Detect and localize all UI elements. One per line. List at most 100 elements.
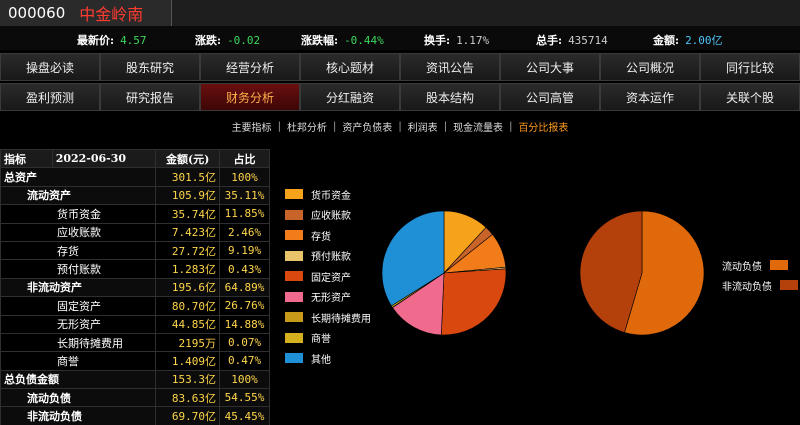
table-row: 流动资产 105.9亿 35.11% xyxy=(0,185,270,206)
subnav-dupont-analysis[interactable]: 杜邦分析 xyxy=(281,119,333,134)
row-amount: 27.72亿 xyxy=(155,240,221,261)
nav-news-announcement[interactable]: 资讯公告 xyxy=(400,53,500,81)
subnav-key-indicators[interactable]: 主要指标 xyxy=(226,119,278,134)
balance-percentage-table: 指标 2022-06-30 金额(元) 占比 总资产 301.5亿 100% 流动资产… xyxy=(0,148,270,425)
liability-pie-legend: 流动负债 非流动负债 xyxy=(722,255,798,295)
table-header-row: 指标 2022-06-30 金额(元) 占比 xyxy=(0,148,270,169)
liability-pie-chart xyxy=(579,210,705,336)
quote-volume: 总手: 435714 xyxy=(536,34,608,47)
table-row: 总负债金额 153.3亿 100% xyxy=(0,369,270,390)
row-ratio: 2.46% xyxy=(219,222,270,242)
row-ratio: 0.43% xyxy=(219,259,270,279)
row-amount: 44.85亿 xyxy=(155,314,221,334)
legend-item: 其他 xyxy=(285,348,371,369)
legend-swatch xyxy=(285,250,303,261)
row-indicator-name: 流动资产 xyxy=(0,185,157,206)
sub-nav: 主要指标 | 杜邦分析 | 资产负债表 | 利润表 | 现金流量表 | 百分比报表 xyxy=(0,116,800,136)
row-amount: 105.9亿 xyxy=(155,185,221,206)
table-row: 非流动资产 195.6亿 64.89% xyxy=(0,277,270,298)
nav-company-overview[interactable]: 公司概况 xyxy=(600,53,700,81)
nav-capital-operation[interactable]: 资本运作 xyxy=(600,83,700,111)
row-ratio: 100% xyxy=(219,369,270,390)
nav-executives[interactable]: 公司高管 xyxy=(500,83,600,111)
nav-share-structure[interactable]: 股本结构 xyxy=(400,83,500,111)
legend-label: 货币资金 xyxy=(311,190,351,202)
row-amount: 2195万 xyxy=(155,332,221,353)
table-row: 商誉 1.409亿 0.47% xyxy=(0,351,270,371)
row-amount: 80.70亿 xyxy=(155,296,221,316)
row-ratio: 11.85% xyxy=(219,204,270,224)
quote-turnover: 换手: 1.17% xyxy=(424,34,490,47)
quote-change-pct: 涨跌幅: -0.44% xyxy=(301,34,384,47)
nav-research-report[interactable]: 研究报告 xyxy=(100,83,200,111)
legend-item: 预付账款 xyxy=(285,246,371,267)
asset-pie-chart xyxy=(381,210,507,336)
row-indicator-name: 货币资金 xyxy=(0,204,157,224)
row-indicator-name: 商誉 xyxy=(0,351,157,371)
legend-item: 非流动负债 xyxy=(722,275,798,295)
row-indicator-name: 长期待摊费用 xyxy=(0,332,157,353)
nav-profit-forecast[interactable]: 盈利预测 xyxy=(0,83,100,111)
legend-label: 商誉 xyxy=(311,334,331,346)
table-row: 无形资产 44.85亿 14.88% xyxy=(0,314,270,334)
subnav-percentage-report[interactable]: 百分比报表 xyxy=(512,119,574,134)
subnav-cash-flow[interactable]: 现金流量表 xyxy=(447,119,509,134)
legend-swatch xyxy=(285,312,303,323)
row-ratio: 0.47% xyxy=(219,351,270,371)
row-ratio: 54.55% xyxy=(219,388,270,408)
row-indicator-name: 非流动资产 xyxy=(0,277,157,298)
nav-company-events[interactable]: 公司大事 xyxy=(500,53,600,81)
row-ratio: 64.89% xyxy=(219,277,270,298)
nav-core-theme[interactable]: 核心题材 xyxy=(300,53,400,81)
subnav-income-statement[interactable]: 利润表 xyxy=(402,119,444,134)
nav-dividend-financing[interactable]: 分红融资 xyxy=(300,83,400,111)
row-indicator-name: 流动负债 xyxy=(0,388,157,408)
legend-item: 无形资产 xyxy=(285,287,371,308)
legend-swatch xyxy=(285,230,303,241)
table-row: 预付账款 1.283亿 0.43% xyxy=(0,259,270,279)
header-date: 2022-06-30 xyxy=(51,148,157,169)
title-bar: 000060 中金岭南 xyxy=(0,0,800,26)
legend-item: 应收账款 xyxy=(285,205,371,226)
row-amount: 7.423亿 xyxy=(155,222,221,242)
legend-label: 流动负债 xyxy=(722,261,762,273)
legend-item: 货币资金 xyxy=(285,184,371,205)
nav-business-analysis[interactable]: 经营分析 xyxy=(200,53,300,81)
legend-label: 应收账款 xyxy=(311,211,351,223)
legend-swatch xyxy=(285,271,303,282)
row-indicator-name: 固定资产 xyxy=(0,296,157,316)
nav-related-stocks[interactable]: 关联个股 xyxy=(700,83,800,111)
table-body: 总资产 301.5亿 100% 流动资产 105.9亿 35.11% 货币资金 35.74亿 1… xyxy=(0,167,270,425)
legend-label: 存货 xyxy=(311,231,331,243)
subnav-balance-sheet[interactable]: 资产负债表 xyxy=(336,119,398,134)
table-row: 存货 27.72亿 9.19% xyxy=(0,240,270,261)
table-row: 应收账款 7.423亿 2.46% xyxy=(0,222,270,242)
legend-item: 存货 xyxy=(285,225,371,246)
row-amount: 69.70亿 xyxy=(155,406,221,425)
row-amount: 83.63亿 xyxy=(155,388,221,408)
row-ratio: 9.19% xyxy=(219,240,270,261)
row-ratio: 14.88% xyxy=(219,314,270,334)
quote-bar: 最新价: 4.57 涨跌: -0.02 涨跌幅: -0.44% 换手: 1.17% 总手… xyxy=(0,26,800,50)
header-indicator: 指标 xyxy=(0,148,53,169)
row-amount: 1.409亿 xyxy=(155,351,221,371)
nav-operation-guide[interactable]: 操盘必读 xyxy=(0,53,100,81)
row-ratio: 35.11% xyxy=(219,185,270,206)
quote-amount: 金额: 2.00亿 xyxy=(653,34,723,47)
stock-tab[interactable]: 000060 中金岭南 xyxy=(0,0,172,26)
legend-label: 其他 xyxy=(311,354,331,366)
nav-shareholder-research[interactable]: 股东研究 xyxy=(100,53,200,81)
row-indicator-name: 无形资产 xyxy=(0,314,157,334)
row-ratio: 45.45% xyxy=(219,406,270,425)
legend-label: 非流动负债 xyxy=(722,281,772,293)
legend-swatch xyxy=(285,209,303,220)
legend-item: 固定资产 xyxy=(285,266,371,287)
legend-swatch xyxy=(780,280,798,290)
table-row: 货币资金 35.74亿 11.85% xyxy=(0,204,270,224)
row-indicator-name: 应收账款 xyxy=(0,222,157,242)
nav-peer-comparison[interactable]: 同行比较 xyxy=(700,53,800,81)
table-row: 固定资产 80.70亿 26.76% xyxy=(0,296,270,316)
nav-financial-analysis[interactable]: 财务分析 xyxy=(200,83,300,111)
row-indicator-name: 总负债金额 xyxy=(0,369,157,390)
legend-item: 商誉 xyxy=(285,328,371,349)
